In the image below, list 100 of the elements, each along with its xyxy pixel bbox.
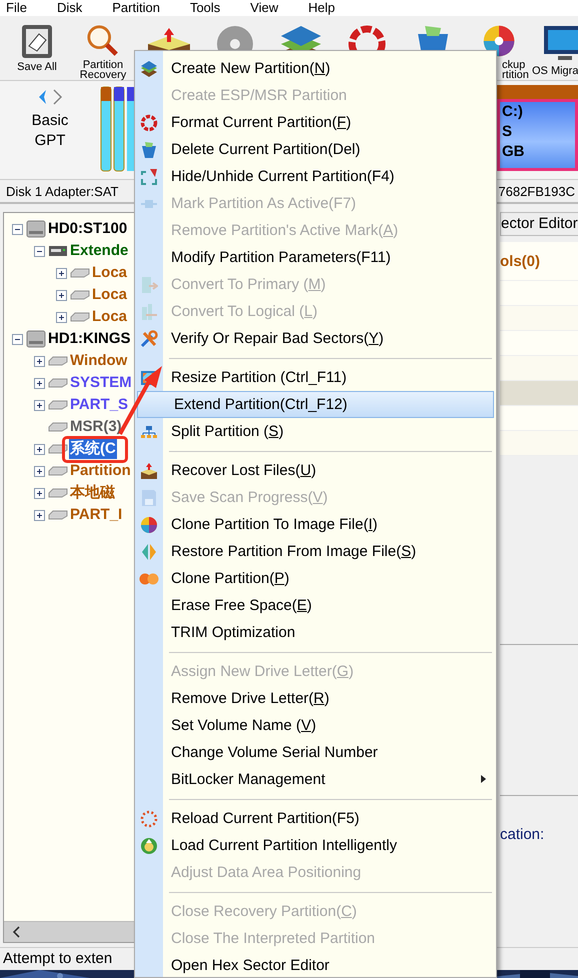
menu-item[interactable]: Help — [308, 0, 335, 16]
menu-option[interactable]: Format Current Partition(F) — [135, 109, 496, 136]
expand-toggle[interactable] — [56, 312, 67, 322]
tree-item[interactable]: SYSTEM — [69, 373, 133, 393]
tree-item[interactable]: 系统(C — [69, 439, 117, 459]
menu-option[interactable]: Verify Or Repair Bad Sectors(Y) — [135, 325, 496, 352]
menu-item[interactable]: File — [6, 0, 27, 16]
disk-style: GPT — [34, 131, 66, 151]
drive-icon — [48, 400, 68, 410]
menu-option[interactable]: Remove Drive Letter(R) — [135, 685, 496, 712]
box-icon — [140, 462, 158, 480]
tree-item[interactable]: HD1:KINGS — [47, 329, 132, 349]
menu-item[interactable]: Partition — [112, 0, 160, 16]
drive-icon — [48, 356, 68, 366]
menu-option[interactable]: Reload Current Partition(F5) — [135, 805, 496, 832]
menu-option[interactable]: Open Hex Sector Editor — [135, 952, 496, 978]
menu-option[interactable]: Set Volume Name (V) — [135, 712, 496, 739]
tree-item[interactable]: MSR(3) — [69, 417, 123, 437]
drive-icon — [48, 378, 68, 388]
menu-option[interactable]: Split Partition (S) — [135, 418, 496, 445]
disk-style: Basic — [32, 111, 68, 131]
drive-icon — [70, 312, 90, 322]
expand-toggle[interactable] — [34, 510, 45, 520]
menu-option[interactable]: Load Current Partition Intelligently — [135, 832, 496, 859]
menu-option[interactable]: Extend Partition(Ctrl_F12) — [137, 391, 494, 418]
scroll-left-icon[interactable] — [12, 926, 20, 938]
expand-toggle[interactable] — [34, 356, 45, 366]
corners-icon — [140, 168, 158, 186]
tree-item[interactable]: Extende — [69, 241, 130, 261]
tree-item[interactable]: PART_I — [69, 505, 124, 525]
partition-text: GB — [502, 142, 526, 162]
menu-option[interactable]: Erase Free Space(E) — [135, 592, 496, 619]
collapse-toggle[interactable] — [12, 224, 23, 234]
expand-toggle[interactable] — [34, 466, 45, 476]
toolbar-label[interactable]: OS Migra — [532, 66, 578, 76]
convert-icon — [140, 276, 158, 294]
tree-item[interactable]: HD0:ST100 — [47, 219, 128, 239]
toolbar-label[interactable]: Partition Recovery — [80, 60, 126, 80]
hard-drive-icon — [26, 330, 46, 348]
diamond-icon — [141, 542, 157, 560]
toolbar-label[interactable]: Save All — [17, 62, 57, 72]
partition-text: C:) — [502, 102, 524, 122]
collapse-toggle[interactable] — [12, 334, 23, 344]
reload-icon — [140, 836, 158, 854]
section-heading: ols(0) — [500, 252, 540, 270]
bin-icon — [141, 140, 157, 158]
tree-item[interactable]: Loca — [91, 307, 128, 327]
toolbar-label[interactable]: ckup rtition — [502, 60, 529, 80]
menu-item[interactable]: Disk — [56, 0, 82, 16]
drive-icon — [48, 510, 68, 520]
menu-option[interactable]: Clone Partition To Image File(I) — [135, 511, 496, 538]
menu-option[interactable]: Delete Current Partition(Del) — [135, 136, 496, 163]
convert-icon — [140, 302, 158, 320]
disk-adapter: Disk 1 Adapter:SAT — [6, 184, 118, 198]
ring-icon — [140, 114, 158, 132]
drive-icon — [48, 488, 68, 498]
hard-drive-icon — [26, 220, 46, 238]
partition-text: S — [502, 122, 514, 142]
chevron-left-icon[interactable] — [37, 89, 47, 105]
tree-item[interactable]: Loca — [91, 263, 128, 283]
expand-toggle[interactable] — [34, 444, 45, 454]
drive-icon — [48, 422, 68, 432]
tree-item[interactable]: Partition — [69, 461, 132, 481]
menu-option[interactable]: Change Volume Serial Number — [135, 739, 496, 766]
status-text: Attempt to exten — [2, 949, 112, 969]
menu-option[interactable]: Modify Partition Parameters(F11) — [135, 244, 496, 271]
pie-icon — [140, 516, 158, 534]
tree-item[interactable]: 本地磁 — [69, 483, 116, 503]
floppy-icon — [141, 488, 157, 506]
expand-toggle[interactable] — [56, 290, 67, 300]
menu-option[interactable]: BitLocker Management — [135, 766, 496, 793]
highlight-box — [62, 436, 128, 463]
expand-toggle[interactable] — [34, 378, 45, 388]
field-label: cation: — [500, 826, 544, 843]
menu-item[interactable]: Tools — [190, 0, 220, 16]
tree-item[interactable]: Window — [69, 351, 128, 371]
tree-item[interactable]: Loca — [91, 285, 128, 305]
menu-option[interactable]: Recover Lost Files(U) — [135, 457, 496, 484]
collapse-toggle[interactable] — [34, 246, 45, 256]
menu-option[interactable]: Clone Partition(P) — [135, 565, 496, 592]
menu-option[interactable]: TRIM Optimization — [135, 619, 496, 646]
spinner-icon — [140, 810, 158, 828]
drive-icon — [48, 466, 68, 476]
drive-icon — [70, 290, 90, 300]
menu-item[interactable]: View — [250, 0, 278, 16]
layers-icon — [140, 60, 158, 78]
tab[interactable]: ector Editor — [500, 212, 578, 236]
expand-toggle[interactable] — [34, 400, 45, 410]
expand-toggle[interactable] — [34, 488, 45, 498]
drive-icon — [48, 244, 68, 258]
tree-item[interactable]: PART_S — [69, 395, 130, 415]
spheres-icon — [139, 572, 159, 586]
eraser-icon — [20, 24, 54, 60]
menu-option[interactable]: Create New Partition(N) — [135, 55, 496, 82]
menu-option[interactable]: Restore Partition From Image File(S) — [135, 538, 496, 565]
chevron-right-icon[interactable] — [53, 89, 63, 105]
drive-icon — [70, 268, 90, 278]
expand-toggle[interactable] — [56, 268, 67, 278]
menu-option[interactable]: Hide/Unhide Current Partition(F4) — [135, 163, 496, 190]
hierarchy-icon — [140, 424, 158, 438]
